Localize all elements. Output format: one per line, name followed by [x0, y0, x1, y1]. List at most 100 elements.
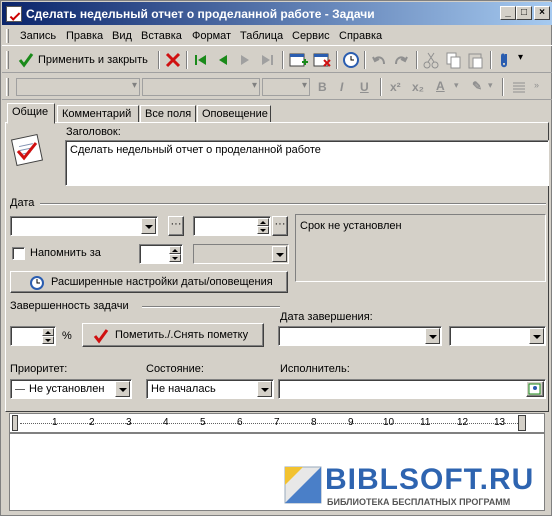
- tab-comment[interactable]: Комментарий: [57, 105, 139, 123]
- tab-general-label: Общие: [12, 106, 49, 118]
- finish-time-dropdown-icon[interactable]: [529, 328, 544, 344]
- menu-grip: [6, 29, 9, 43]
- underline-icon[interactable]: U: [360, 80, 369, 100]
- ruler[interactable]: 1 2 3 4 5 6 7 8 9 10 11 12 13: [9, 413, 545, 433]
- tab-general[interactable]: Общие: [7, 103, 55, 124]
- highlight-dropdown-icon[interactable]: ▾: [488, 80, 493, 100]
- priority-select[interactable]: Не установлен: [10, 379, 132, 399]
- start-date-dropdown-icon[interactable]: [141, 218, 156, 234]
- menu-item-service[interactable]: Сервис: [292, 30, 330, 42]
- due-status-box: Срок не установлен: [295, 214, 546, 282]
- tab-all-fields[interactable]: Все поля: [140, 105, 196, 123]
- apply-close-button[interactable]: Применить и закрыть: [16, 50, 156, 70]
- heading-input[interactable]: Сделать недельный отчет о проделанной ра…: [65, 140, 549, 186]
- menu-item-table[interactable]: Таблица: [240, 30, 283, 42]
- executor-input[interactable]: [278, 379, 546, 399]
- state-dropdown-icon[interactable]: [257, 381, 272, 397]
- font-size-select[interactable]: [262, 78, 310, 96]
- italic-icon[interactable]: I: [340, 80, 343, 100]
- start-date-picker-button[interactable]: ···: [168, 216, 184, 236]
- menu-item-view[interactable]: Вид: [112, 30, 132, 42]
- start-time-spinner[interactable]: [257, 218, 269, 234]
- menu-item-edit[interactable]: Правка: [66, 30, 103, 42]
- menu-item-record[interactable]: Запись: [20, 30, 56, 42]
- next-record-icon[interactable]: [236, 50, 254, 70]
- paste-icon[interactable]: [466, 50, 484, 70]
- style-select[interactable]: [16, 78, 140, 96]
- delete-record-icon[interactable]: [312, 50, 332, 70]
- undo-icon[interactable]: [370, 50, 388, 70]
- toolbar-separator: [186, 51, 188, 69]
- alarm-clock-icon[interactable]: [342, 50, 360, 70]
- ruler-mark: 4: [163, 417, 169, 428]
- font-color-dropdown-icon[interactable]: ▾: [454, 80, 459, 100]
- priority-marker-icon: [15, 389, 25, 390]
- menu-item-format[interactable]: Формат: [192, 30, 231, 42]
- toolbar-grip: [6, 51, 9, 69]
- ruler-mark: 10: [383, 417, 395, 428]
- window-title: Сделать недельный отчет о проделанной ра…: [26, 7, 375, 21]
- menu-item-help[interactable]: Справка: [339, 30, 382, 42]
- mark-toggle-label: Пометить./.Снять пометку: [115, 329, 249, 341]
- advanced-date-settings-button[interactable]: Расширенные настройки даты/оповещения: [10, 271, 288, 293]
- tab-notification[interactable]: Оповещение: [197, 105, 271, 123]
- start-time-input[interactable]: [193, 216, 271, 236]
- ruler-mark: 11: [420, 417, 431, 428]
- more-icon[interactable]: »: [534, 80, 539, 100]
- previous-record-icon[interactable]: [214, 50, 232, 70]
- priority-dropdown-icon[interactable]: [115, 381, 130, 397]
- font-select[interactable]: [142, 78, 260, 96]
- copy-icon[interactable]: [444, 50, 462, 70]
- close-button[interactable]: ×: [534, 6, 550, 20]
- toolbar-separator: [158, 51, 160, 69]
- minimize-button[interactable]: _: [500, 6, 516, 20]
- start-date-input[interactable]: [10, 216, 158, 236]
- task-note-icon: [10, 133, 44, 167]
- title-bar[interactable]: Сделать недельный отчет о проделанной ра…: [2, 2, 552, 25]
- align-icon[interactable]: [510, 77, 528, 97]
- superscript-icon[interactable]: x²: [390, 80, 401, 100]
- cut-icon[interactable]: [422, 50, 440, 70]
- font-color-icon[interactable]: A: [436, 79, 445, 99]
- alarm-clock-icon: [30, 276, 44, 290]
- left-indent-marker-icon[interactable]: [12, 415, 18, 431]
- attach-dropdown-icon[interactable]: ▾: [518, 52, 523, 72]
- toolbar-grip: [6, 78, 9, 96]
- percent-spinner[interactable]: [42, 328, 54, 344]
- menu-item-insert[interactable]: Вставка: [141, 30, 182, 42]
- finish-date-dropdown-icon[interactable]: [425, 328, 440, 344]
- last-record-icon[interactable]: [258, 50, 276, 70]
- highlight-icon[interactable]: ✎: [472, 79, 482, 99]
- completion-group-label: Завершенность задачи: [10, 300, 129, 312]
- mark-toggle-button[interactable]: Пометить./.Снять пометку: [82, 323, 264, 347]
- remind-amount-input[interactable]: [139, 244, 183, 264]
- subscript-icon[interactable]: x₂: [412, 80, 424, 100]
- state-select[interactable]: Не началась: [146, 379, 274, 399]
- right-indent-marker-icon[interactable]: [518, 415, 526, 431]
- remind-label: Напомнить за: [30, 247, 101, 259]
- paperclip-icon[interactable]: [496, 50, 514, 70]
- start-time-picker-button[interactable]: ···: [272, 216, 288, 236]
- redo-icon[interactable]: [392, 50, 410, 70]
- ruler-mark: 13: [494, 417, 506, 428]
- bold-icon[interactable]: B: [318, 80, 327, 100]
- finish-date-input[interactable]: [278, 326, 442, 346]
- advanced-date-settings-label: Расширенные настройки даты/оповещения: [51, 276, 273, 288]
- remind-unit-dropdown-icon[interactable]: [272, 246, 287, 262]
- checkmark-icon: [93, 329, 109, 344]
- toolbar-separator: [336, 51, 338, 69]
- remind-unit-select[interactable]: [193, 244, 289, 264]
- percent-sign: %: [62, 330, 72, 342]
- first-record-icon[interactable]: [192, 50, 210, 70]
- delete-icon[interactable]: [164, 50, 182, 70]
- executor-label: Исполнитель:: [280, 363, 350, 375]
- maximize-button[interactable]: □: [516, 6, 532, 20]
- finish-time-input[interactable]: [449, 326, 546, 346]
- address-book-button[interactable]: [526, 381, 544, 397]
- toolbar-separator: [490, 51, 492, 69]
- remind-checkbox[interactable]: [12, 247, 25, 260]
- ruler-mark: 7: [274, 417, 280, 428]
- remind-amount-spinner[interactable]: [169, 246, 181, 262]
- percent-complete-input[interactable]: [10, 326, 56, 346]
- new-record-icon[interactable]: [288, 50, 308, 70]
